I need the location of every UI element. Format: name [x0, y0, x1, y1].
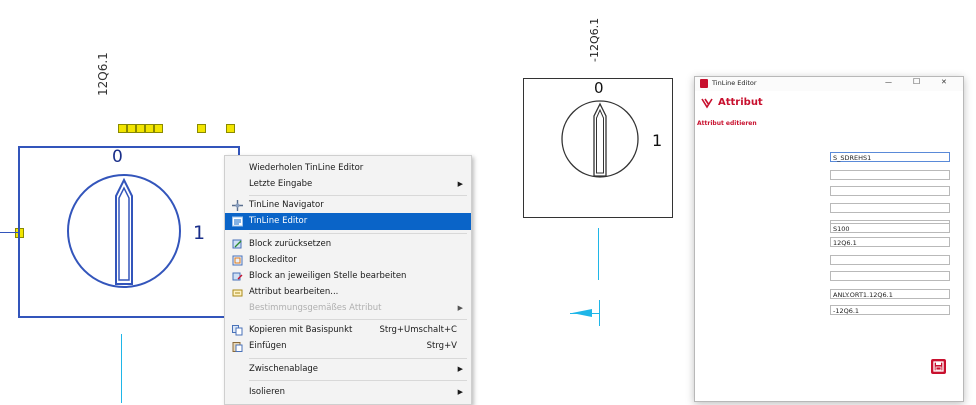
menu-item-label: Wiederholen TinLine Editor — [249, 163, 364, 173]
position-zero-label: 0 — [112, 147, 123, 167]
menu-item-last-input[interactable]: Letzte Eingabe ▶ — [225, 176, 471, 193]
position-one-label-right: 1 — [652, 131, 663, 150]
rotary-knob-graphic-left — [67, 174, 181, 288]
attribute-icon — [701, 98, 713, 109]
attribute-field-10[interactable]: ANLY.ORT1.12Q6.1 — [830, 289, 950, 299]
attribute-field-6[interactable]: S100 — [830, 223, 950, 233]
menu-item-label: Letzte Eingabe — [249, 179, 313, 189]
menu-item-isolate[interactable]: Isolieren ▶ — [225, 384, 471, 401]
dialog-subheader: Attribut editieren — [697, 120, 757, 127]
connector-line-right-v — [598, 228, 599, 280]
menu-item-label: Blockeditor — [249, 255, 297, 265]
submenu-arrow-icon: ▶ — [457, 365, 463, 373]
menu-item-block-inplace[interactable]: Block an jeweiligen Stelle bearbeiten — [225, 268, 471, 285]
save-button[interactable] — [931, 359, 946, 374]
menu-item-label: Attribut bearbeiten... — [249, 287, 339, 297]
menu-item-shortcut: Strg+Umschalt+C — [379, 325, 457, 335]
connector-line-left-v — [121, 334, 122, 403]
navigator-icon — [232, 200, 243, 211]
rotary-knob-graphic-right — [561, 100, 639, 178]
menu-separator — [249, 380, 467, 381]
menu-item-shortcut: Strg+V — [426, 341, 457, 351]
editor-icon — [232, 216, 243, 227]
copy-base-icon — [232, 325, 243, 336]
submenu-arrow-icon: ▶ — [457, 304, 463, 312]
menu-separator — [249, 358, 467, 359]
menu-item-label: Einfügen — [249, 341, 287, 351]
grip-1[interactable] — [118, 124, 127, 133]
menu-item-label: Bestimmungsgemäßes Attribut — [249, 303, 382, 313]
attribute-field-11[interactable]: -12Q6.1 — [830, 305, 950, 315]
attribute-field-8[interactable] — [830, 255, 950, 265]
menu-item-block-editor[interactable]: Blockeditor — [225, 252, 471, 269]
attribute-field-4[interactable] — [830, 203, 950, 213]
block-inplace-icon — [232, 272, 243, 281]
block-reset-icon — [232, 239, 242, 249]
submenu-arrow-icon: ▶ — [457, 388, 463, 396]
menu-item-label: Kopieren mit Basispunkt — [249, 325, 353, 335]
menu-item-copy-base[interactable]: Kopieren mit Basispunkt Strg+Umschalt+C — [225, 322, 471, 339]
attribute-field-7[interactable]: 12Q6.1 — [830, 237, 950, 247]
connector-line-left-h — [0, 232, 18, 233]
app-logo-icon — [700, 79, 708, 88]
menu-item-tinline-editor[interactable]: TinLine Editor — [225, 213, 471, 230]
menu-item-block-reset[interactable]: Block zurücksetzen — [225, 236, 471, 253]
menu-item-label: TinLine Navigator — [249, 200, 324, 210]
menu-item-label: Zwischenablage — [249, 364, 319, 374]
menu-item-label: Block an jeweiligen Stelle bearbeiten — [249, 271, 407, 281]
close-button[interactable]: ✕ — [941, 78, 947, 86]
equipment-tag-right-text: -12Q6.1 — [588, 17, 601, 62]
menu-item-clipboard[interactable]: Zwischenablage ▶ — [225, 361, 471, 378]
equipment-tag-right: -12Q6.1 — [588, 18, 601, 62]
dialog-header: Attribut — [718, 97, 763, 108]
maximize-button[interactable]: ☐ — [913, 77, 920, 86]
attribute-field-2[interactable] — [830, 170, 950, 180]
menu-item-label: Isolieren — [249, 387, 286, 397]
attribute-edit-icon — [232, 289, 243, 297]
attribute-field-9[interactable] — [830, 271, 950, 281]
context-menu: Wiederholen TinLine Editor Letzte Eingab… — [224, 155, 472, 405]
menu-item-label: Block zurücksetzen — [249, 239, 332, 249]
menu-item-repeat-editor[interactable]: Wiederholen TinLine Editor — [225, 160, 471, 177]
save-icon — [933, 361, 944, 372]
grip-7[interactable] — [226, 124, 235, 133]
window-titlebar[interactable]: TinLine Editor — ☐ ✕ — [695, 77, 963, 91]
menu-item-paste[interactable]: Einfügen Strg+V — [225, 338, 471, 355]
grip-6[interactable] — [197, 124, 206, 133]
menu-separator — [249, 233, 467, 234]
menu-item-navigator[interactable]: TinLine Navigator — [225, 197, 471, 214]
grip-5[interactable] — [154, 124, 163, 133]
grip-4[interactable] — [145, 124, 154, 133]
position-zero-label-right: 0 — [594, 79, 604, 97]
equipment-tag-left: 12Q6.1 — [96, 52, 110, 96]
menu-separator — [249, 195, 467, 196]
equipment-tag-left-text: 12Q6.1 — [96, 52, 110, 96]
connector-tick-right — [599, 300, 600, 326]
position-one-label: 1 — [193, 222, 206, 244]
connector-arrow-right — [572, 309, 592, 317]
paste-icon — [232, 342, 243, 352]
submenu-arrow-icon: ▶ — [457, 180, 463, 188]
attribute-field-3[interactable] — [830, 186, 950, 196]
window-title: TinLine Editor — [712, 79, 757, 87]
menu-item-disabled-attribute: Bestimmungsgemäßes Attribut ▶ — [225, 300, 471, 317]
minimize-button[interactable]: — — [885, 78, 892, 86]
block-editor-icon — [232, 255, 243, 266]
grip-2[interactable] — [127, 124, 136, 133]
menu-separator — [249, 319, 467, 320]
grip-3[interactable] — [136, 124, 145, 133]
menu-item-edit-attribute[interactable]: Attribut bearbeiten... — [225, 284, 471, 301]
attribute-field-1[interactable]: S_SDREHS1 — [830, 152, 950, 162]
menu-item-label: TinLine Editor — [249, 216, 308, 226]
